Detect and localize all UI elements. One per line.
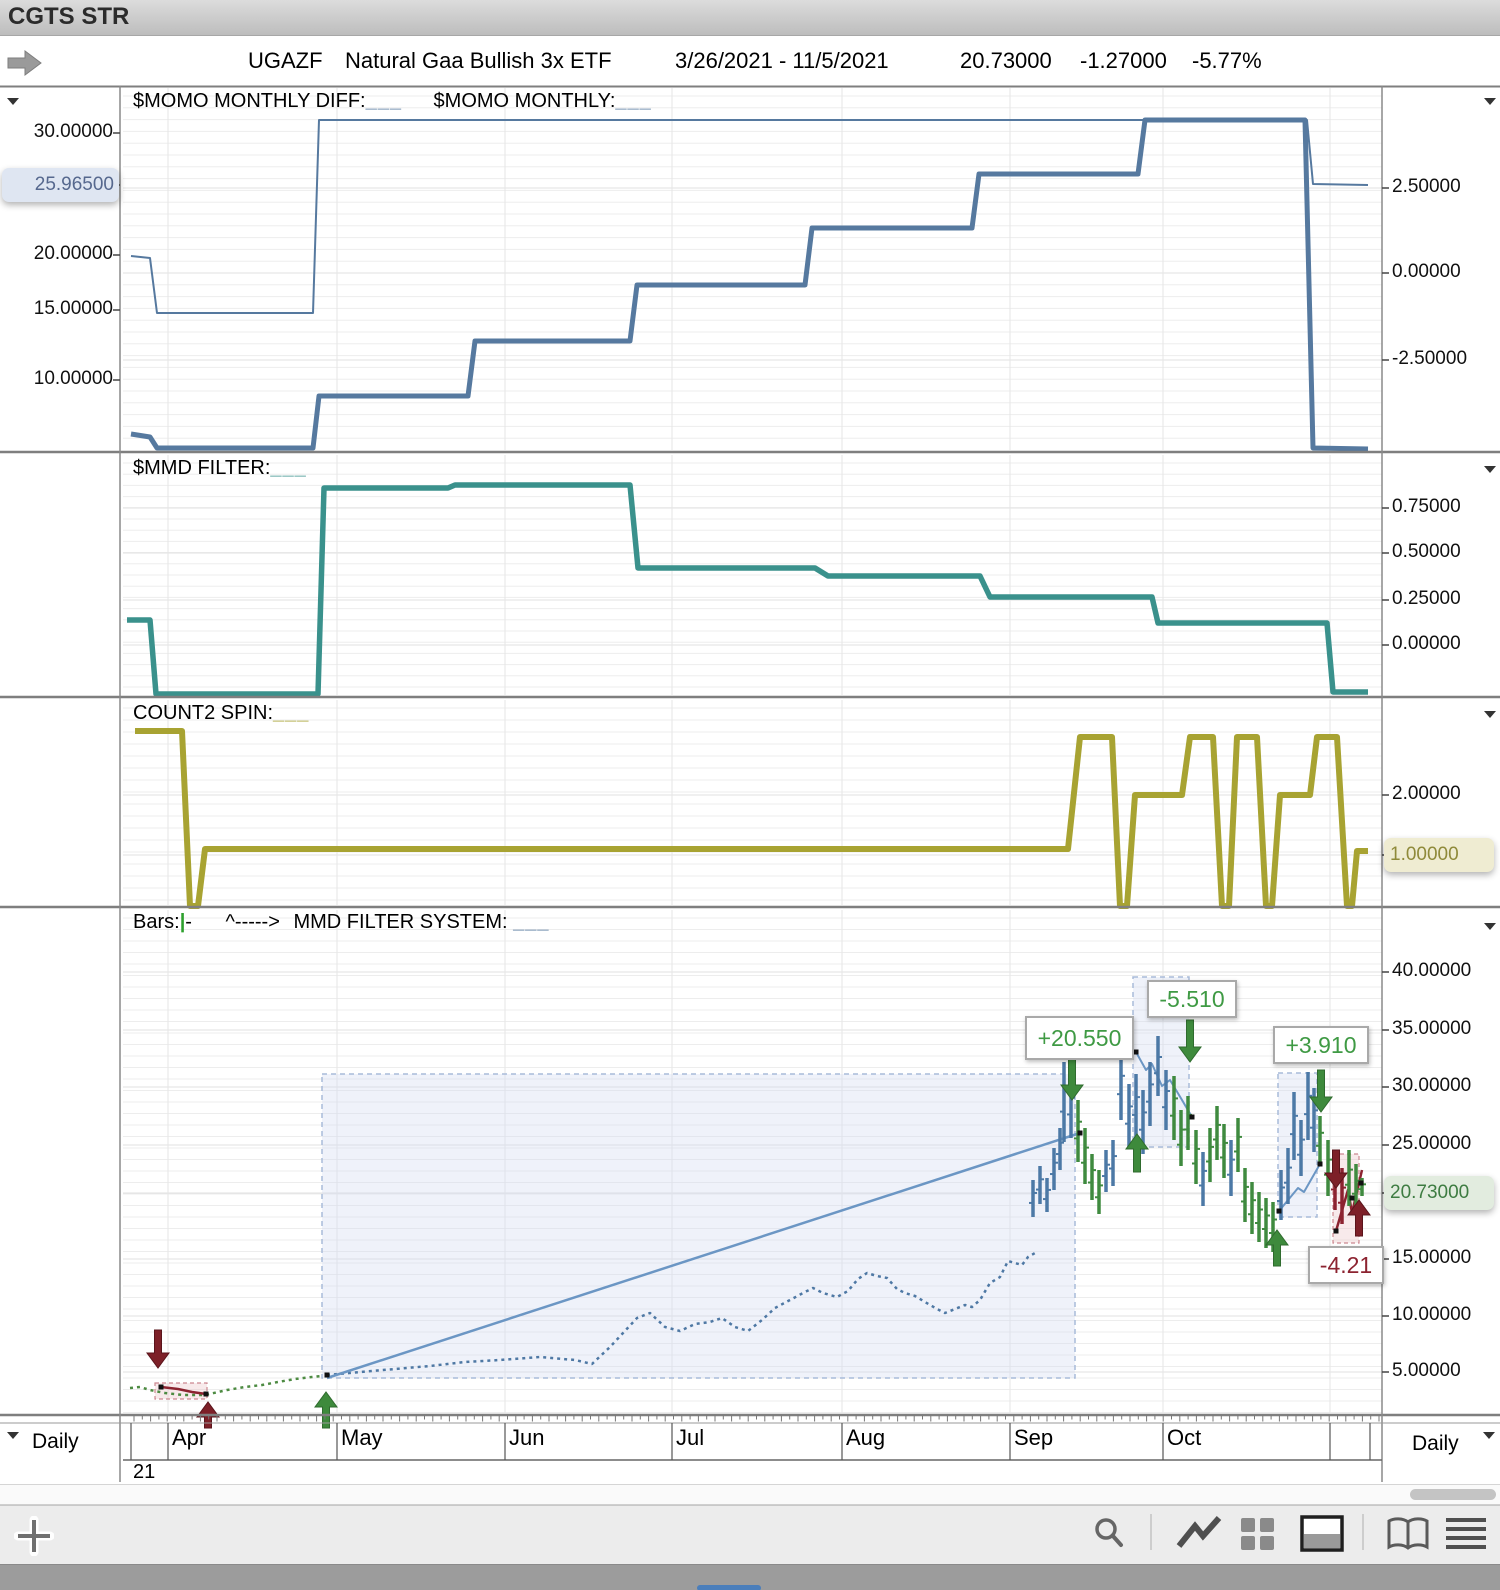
month-label: Jun <box>509 1425 545 1450</box>
axis-tick-label: 5.00000 <box>1392 1360 1461 1381</box>
axis-tick-label: 15.00000 <box>33 298 113 319</box>
axis-tick-label: 20.00000 <box>33 243 113 264</box>
price-change: -1.27000 <box>1080 48 1167 73</box>
axis-tick-label: 30.00000 <box>1392 1075 1472 1096</box>
axis-tick-label: 0.00000 <box>1392 261 1461 282</box>
quote-header: UGAZF Natural Gaa Bullish 3x ETF 3/26/20… <box>0 36 1500 85</box>
trade-result-label: +3.910 <box>1273 1026 1369 1064</box>
grid-layout-icon[interactable] <box>1238 1514 1278 1554</box>
date-range: 3/26/2021 - 11/5/2021 <box>675 48 889 73</box>
chevron-down-icon[interactable] <box>1484 923 1496 930</box>
axis-tick-label: 25.00000 <box>1392 1133 1472 1154</box>
window-bottom-edge <box>0 1564 1500 1590</box>
search-icon[interactable] <box>1090 1514 1128 1554</box>
axis-tick-label: 35.00000 <box>1392 1018 1472 1039</box>
timeframe-right[interactable]: Daily <box>1412 1432 1459 1456</box>
chevron-down-icon[interactable] <box>1484 466 1496 473</box>
menu-lines-icon[interactable] <box>1444 1516 1488 1552</box>
bottom-toolbar <box>0 1505 1500 1564</box>
chevron-down-icon[interactable] <box>1484 98 1496 105</box>
axis-value-pill: 1.00000 <box>1384 838 1494 872</box>
trendline-icon[interactable] <box>1175 1514 1225 1554</box>
chevron-down-icon[interactable] <box>7 1432 19 1439</box>
panel3-label: COUNT2 SPIN:___ <box>133 702 310 724</box>
month-label: Oct <box>1167 1425 1202 1450</box>
scrollbar-thumb[interactable] <box>1410 1489 1496 1500</box>
plus-icon[interactable] <box>14 1516 54 1556</box>
dock-indicator <box>697 1585 761 1590</box>
axis-tick-label: 40.00000 <box>1392 960 1472 981</box>
trade-result-label: +20.550 <box>1025 1016 1134 1060</box>
chevron-down-icon[interactable] <box>7 98 19 105</box>
symbol: UGAZF <box>248 48 323 73</box>
chevron-down-icon[interactable] <box>1483 1432 1495 1439</box>
axis-tick-label: 2.50000 <box>1392 176 1461 197</box>
axis-tick-label: 10.00000 <box>1392 1304 1472 1325</box>
trade-result-label: -4.21 <box>1308 1246 1384 1284</box>
last-price: 20.73000 <box>960 48 1052 73</box>
price-change-pct: -5.77% <box>1192 48 1262 73</box>
year-label: 21 <box>133 1461 156 1483</box>
axis-value-pill: 20.73000 <box>1384 1176 1494 1210</box>
axis-tick-label: 0.75000 <box>1392 496 1461 517</box>
instrument-name: Natural Gaa Bullish 3x ETF <box>345 48 612 73</box>
panel-layout-icon[interactable] <box>1300 1515 1344 1553</box>
axis-tick-label: 0.00000 <box>1392 633 1461 654</box>
chart-canvas[interactable] <box>0 85 1500 1485</box>
axis-tick-label: 0.25000 <box>1392 588 1461 609</box>
toolbar-divider <box>1150 1514 1152 1550</box>
toolbar-divider <box>1362 1514 1364 1550</box>
axis-tick-label: -2.50000 <box>1392 348 1468 369</box>
month-label: May <box>341 1425 383 1450</box>
axis-value-pill: 25.96500 <box>2 168 119 202</box>
axis-tick-label: 0.50000 <box>1392 541 1461 562</box>
month-label: Apr <box>172 1425 207 1450</box>
book-icon[interactable] <box>1384 1515 1432 1553</box>
title-bar: CGTS STR <box>0 0 1500 36</box>
timeframe-left[interactable]: Daily <box>32 1430 79 1454</box>
trade-result-label: -5.510 <box>1147 980 1237 1018</box>
app-window: { "window": {"title": "CGTS STR"}, "head… <box>0 0 1500 1590</box>
axis-tick-label: 15.00000 <box>1392 1247 1472 1268</box>
month-label: Jul <box>676 1425 705 1450</box>
month-label: Sep <box>1014 1425 1054 1450</box>
month-label: Aug <box>846 1425 886 1450</box>
chevron-down-icon[interactable] <box>1484 711 1496 718</box>
axis-tick-label: 30.00000 <box>33 121 113 142</box>
panel2-label: $MMD FILTER:___ <box>133 457 307 479</box>
window-title: CGTS STR <box>8 3 130 30</box>
horizontal-scrollbar[interactable] <box>0 1484 1500 1505</box>
panel1-label: $MOMO MONTHLY DIFF:___ $MOMO MONTHLY:___ <box>133 90 652 112</box>
forward-arrow-icon[interactable] <box>6 50 44 76</box>
axis-tick-label: 2.00000 <box>1392 783 1461 804</box>
axis-tick-label: 10.00000 <box>33 368 113 389</box>
panel4-label: Bars:|- ^-----> MMD FILTER SYSTEM: ___ <box>133 911 550 933</box>
